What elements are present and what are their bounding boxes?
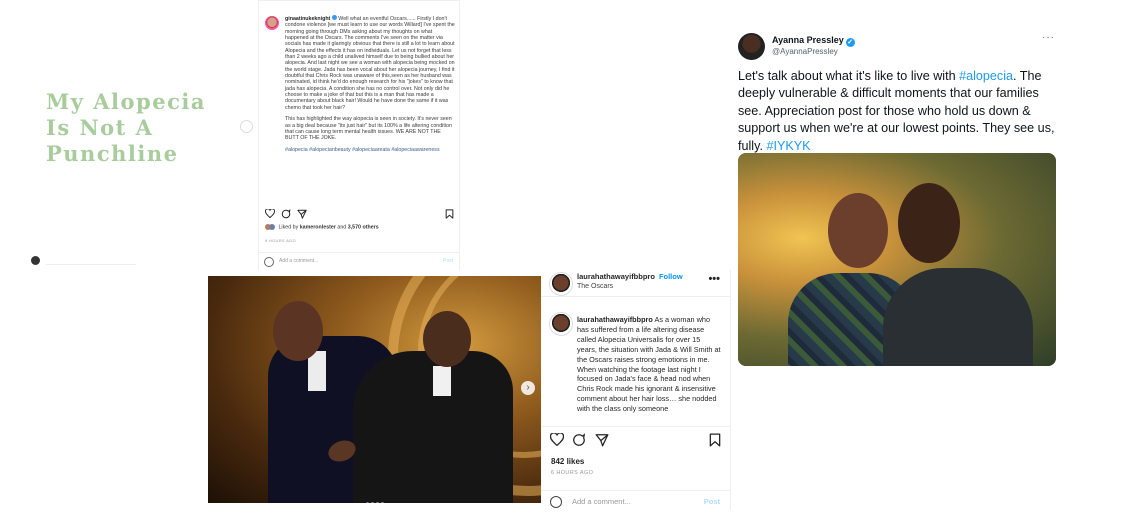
post-username: laurahathawayifbbpro Follow: [577, 272, 683, 281]
post-actions: [265, 209, 455, 219]
likes-count[interactable]: 3,570 others: [348, 224, 379, 230]
headline-line-3: Punchline: [46, 141, 179, 166]
tweet-text: Let's talk about what it's like to live …: [738, 68, 1056, 155]
person-head: [898, 183, 960, 263]
comment-bar: Add a comment... Post: [541, 490, 730, 510]
hashtag-link[interactable]: #IYKYK: [766, 139, 810, 153]
post-footer: 842 likes 6 HOURS AGO Add a comment... P…: [541, 426, 730, 510]
carousel-dot[interactable]: [376, 502, 379, 503]
carousel-photo: ›: [208, 276, 541, 503]
instagram-post-2: laurahathawayifbbpro Follow The Oscars ••…: [541, 270, 731, 510]
bookmark-icon[interactable]: [445, 209, 454, 219]
caption-username[interactable]: ginaatinukeknight: [285, 16, 330, 22]
likes-user[interactable]: kameronlester: [300, 224, 336, 230]
shirt: [308, 351, 326, 391]
likes-count[interactable]: 842 likes: [551, 457, 584, 466]
comment-input[interactable]: Add a comment...: [279, 258, 318, 264]
bullet-icon: [31, 256, 40, 265]
tweet-text-1: Let's talk about what it's like to live …: [738, 69, 960, 83]
hashtag-link[interactable]: #alopecia: [959, 69, 1013, 83]
post-location[interactable]: The Oscars: [577, 283, 613, 290]
username-link[interactable]: laurahathawayifbbpro: [577, 272, 655, 281]
likes-prefix: Liked by: [278, 224, 299, 231]
post-caption: ginaatinukeknight Well what an eventful …: [285, 15, 455, 153]
avatar[interactable]: [738, 33, 765, 60]
post-timestamp: 6 HOURS AGO: [551, 470, 594, 476]
post-timestamp: 9 HOURS AGO: [265, 238, 296, 243]
bookmark-icon[interactable]: [709, 433, 721, 447]
post-header: laurahathawayifbbpro Follow The Oscars ••…: [541, 270, 730, 297]
caption-text: As a woman who has suffered from a life …: [577, 315, 721, 414]
author-name[interactable]: Ayanna Pressley: [772, 35, 844, 45]
post-caption: laurahathawayifbbpro As a woman who has …: [577, 315, 722, 425]
comment-input[interactable]: Add a comment...: [572, 497, 631, 506]
shirt: [433, 366, 451, 396]
comment-icon[interactable]: [572, 433, 586, 447]
person-head: [273, 301, 323, 361]
avatar[interactable]: [549, 312, 573, 336]
carousel-dot[interactable]: [381, 502, 384, 503]
more-options-icon[interactable]: ···: [1042, 32, 1055, 43]
comment-icon[interactable]: [281, 209, 291, 219]
headline-line-1: My Alopecia: [46, 89, 206, 114]
verified-icon: ✓: [845, 38, 855, 47]
avatar[interactable]: [549, 272, 573, 296]
caption-hashtags[interactable]: #alopecia #alopecianbeauty #alopeciaarea…: [285, 147, 455, 153]
tweet-handle[interactable]: @AyannaPressley: [772, 47, 838, 56]
share-icon[interactable]: [595, 433, 609, 447]
heart-icon[interactable]: [550, 433, 564, 446]
headline-line-2: Is Not A: [46, 115, 154, 140]
divider: [46, 264, 136, 265]
person-head: [828, 193, 888, 268]
headline: My Alopecia Is Not A Punchline: [46, 89, 246, 167]
avatar[interactable]: [265, 16, 279, 30]
tweet-author: Ayanna Pressley ✓: [772, 35, 855, 47]
more-options-icon[interactable]: •••: [708, 273, 720, 285]
avatar: [269, 224, 275, 230]
divider: [259, 0, 459, 3]
chevron-right-icon[interactable]: ›: [521, 381, 535, 395]
emoji-icon[interactable]: [264, 257, 274, 267]
comment-bar: Add a comment... Post: [259, 252, 459, 270]
person-figure: [883, 268, 1033, 366]
post-button[interactable]: Post: [704, 497, 720, 506]
tweet: Ayanna Pressley ✓ @AyannaPressley ··· Let…: [738, 30, 1058, 370]
carousel-dot[interactable]: [366, 502, 369, 503]
circle-arrow-icon[interactable]: [240, 120, 253, 133]
emoji-icon[interactable]: [550, 496, 562, 508]
likes-and: and: [337, 224, 347, 231]
tweet-photo[interactable]: [738, 153, 1056, 366]
person-head: [423, 311, 471, 367]
post-button[interactable]: Post: [443, 258, 453, 264]
carousel-dot[interactable]: [371, 502, 374, 503]
instagram-post-1: ginaatinukeknight Well what an eventful …: [258, 0, 460, 270]
caption-text-1: Well what an eventful Oscars...... First…: [285, 16, 455, 111]
caption-text-2: This has highlighted the way alopecia is…: [285, 116, 452, 142]
likes-line: Liked by kameronlester and 3,570 others: [265, 224, 379, 230]
share-icon[interactable]: [297, 209, 307, 219]
heart-icon[interactable]: [265, 209, 275, 218]
follow-button[interactable]: Follow: [659, 272, 683, 281]
caption-username[interactable]: laurahathawayifbbpro: [577, 315, 653, 324]
carousel-dots: [365, 492, 385, 503]
verified-icon: [331, 15, 337, 20]
